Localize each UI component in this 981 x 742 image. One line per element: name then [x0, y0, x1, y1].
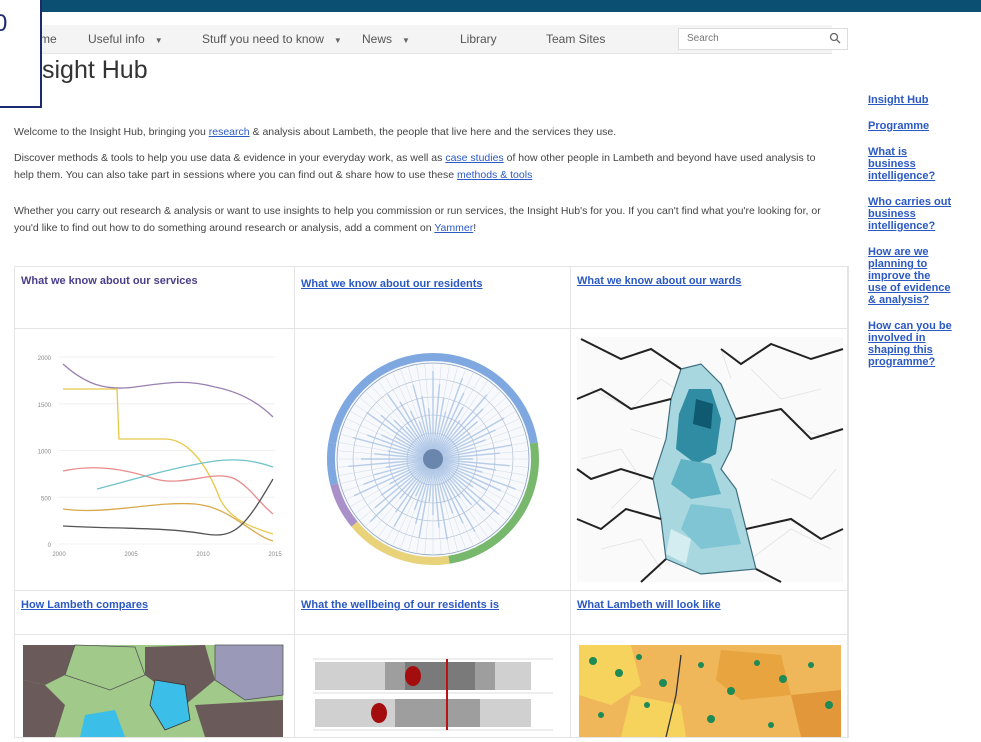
- nav-library[interactable]: Library: [460, 32, 497, 46]
- tile-grid: What we know about our services What we …: [14, 266, 849, 738]
- intro-paragraph-2: Discover methods & tools to help you use…: [14, 150, 834, 184]
- sidebar-nav: Insight Hub Programme What is business i…: [868, 94, 978, 382]
- annotation-badge: 0: [0, 0, 42, 108]
- y-tick-label: 0: [48, 543, 52, 549]
- nav-stuff-label: Stuff you need to know: [202, 32, 324, 46]
- compares-map-cell[interactable]: [15, 635, 295, 737]
- series-line: [96, 459, 274, 490]
- tile-compares[interactable]: How Lambeth compares: [15, 591, 295, 635]
- x-tick-label: 2000: [52, 552, 66, 558]
- intro-paragraph-1: Welcome to the Insight Hub, bringing you…: [14, 124, 834, 141]
- tile-title-compares[interactable]: How Lambeth compares: [21, 599, 148, 611]
- intro-text: !: [473, 222, 477, 234]
- research-link[interactable]: research: [209, 126, 250, 138]
- future-map-cell[interactable]: [571, 635, 848, 738]
- sidebar-item-programme[interactable]: Programme: [868, 120, 978, 132]
- y-tick-label: 2000: [38, 356, 52, 362]
- tile-services[interactable]: What we know about our services: [15, 267, 295, 329]
- future-map: [579, 645, 841, 738]
- tile-residents[interactable]: What we know about our residents: [295, 267, 571, 329]
- x-tick-label: 2010: [196, 552, 210, 558]
- tile-title-wards[interactable]: What we know about our wards: [577, 275, 741, 287]
- caret-down-icon: ▼: [333, 36, 342, 45]
- yammer-link[interactable]: Yammer: [434, 222, 473, 234]
- nav-team-sites[interactable]: Team Sites: [546, 32, 605, 46]
- series-line: [62, 467, 274, 515]
- badge-text: 0: [0, 10, 8, 37]
- tile-title-future[interactable]: What Lambeth will look like: [577, 599, 721, 611]
- nav-home[interactable]: me: [40, 32, 57, 46]
- center-hub: [423, 449, 443, 469]
- nav-news[interactable]: News ▼: [362, 32, 410, 46]
- compares-map: [23, 644, 284, 737]
- case-studies-link[interactable]: case studies: [445, 152, 503, 164]
- intro-text: Discover methods & tools to help you use…: [14, 152, 446, 164]
- tile-title-services[interactable]: What we know about our services: [21, 275, 198, 287]
- search-input[interactable]: [685, 32, 819, 45]
- x-tick-label: 2015: [268, 552, 282, 558]
- sidebar-item-get-involved[interactable]: How can you be involved in shaping this …: [868, 320, 952, 368]
- series-line: [62, 478, 274, 536]
- sidebar-item-improve-use[interactable]: How are we planning to improve the use o…: [868, 246, 952, 306]
- wards-map-cell[interactable]: [571, 329, 848, 591]
- series-line: [62, 502, 274, 542]
- x-tick-label: 2005: [124, 552, 138, 558]
- nav-useful-info-label: Useful info: [88, 32, 145, 46]
- search-box: [678, 28, 848, 50]
- tile-title-residents[interactable]: What we know about our residents: [301, 278, 483, 290]
- category-arc: [327, 442, 339, 486]
- intro-text: Whether you carry out research & analysi…: [14, 205, 821, 234]
- wards-map: [576, 337, 844, 583]
- wellbeing-chart-cell[interactable]: [295, 635, 571, 737]
- methods-tools-link[interactable]: methods & tools: [457, 169, 532, 181]
- y-tick-label: 1000: [38, 450, 52, 456]
- intro-text: Welcome to the Insight Hub, bringing you: [14, 126, 209, 138]
- caret-down-icon: ▼: [154, 36, 163, 45]
- sidebar-item-insight-hub[interactable]: Insight Hub: [868, 94, 978, 106]
- tile-wards[interactable]: What we know about our wards: [571, 267, 848, 329]
- page-title: sight Hub: [42, 56, 148, 84]
- tile-future[interactable]: What Lambeth will look like: [571, 591, 848, 635]
- wellbeing-bullet-chart: [313, 658, 553, 731]
- nav-useful-info[interactable]: Useful info ▼: [88, 32, 163, 46]
- intro-text: & analysis about Lambeth, the people tha…: [249, 126, 617, 138]
- tile-title-wellbeing[interactable]: What the wellbeing of our residents is: [301, 599, 499, 611]
- top-banner: [0, 0, 981, 12]
- series-line: [62, 363, 274, 418]
- services-chart-cell[interactable]: 2000 1500 1000 500 0 2000 2005 2010 2015: [15, 329, 295, 591]
- search-icon[interactable]: [829, 32, 841, 44]
- sidebar-item-what-is-bi[interactable]: What is business intelligence?: [868, 146, 952, 182]
- tile-wellbeing[interactable]: What the wellbeing of our residents is: [295, 591, 571, 635]
- series-line: [63, 388, 274, 535]
- intro-paragraph-3: Whether you carry out research & analysi…: [14, 203, 834, 237]
- y-tick-label: 500: [41, 496, 52, 502]
- residents-chart-cell[interactable]: [295, 329, 571, 591]
- nav-stuff[interactable]: Stuff you need to know ▼: [202, 32, 342, 46]
- residents-radial-chart: [327, 353, 539, 565]
- sidebar-item-who-carries-out[interactable]: Who carries out business intelligence?: [868, 196, 952, 232]
- nav-news-label: News: [362, 32, 393, 46]
- y-tick-label: 1500: [38, 403, 52, 409]
- services-line-chart: 20001500100050002000 2005 2010 2015: [38, 356, 283, 558]
- caret-down-icon: ▼: [402, 36, 410, 45]
- top-navigation: me Useful info ▼ Stuff you need to know ▼ …: [20, 25, 848, 54]
